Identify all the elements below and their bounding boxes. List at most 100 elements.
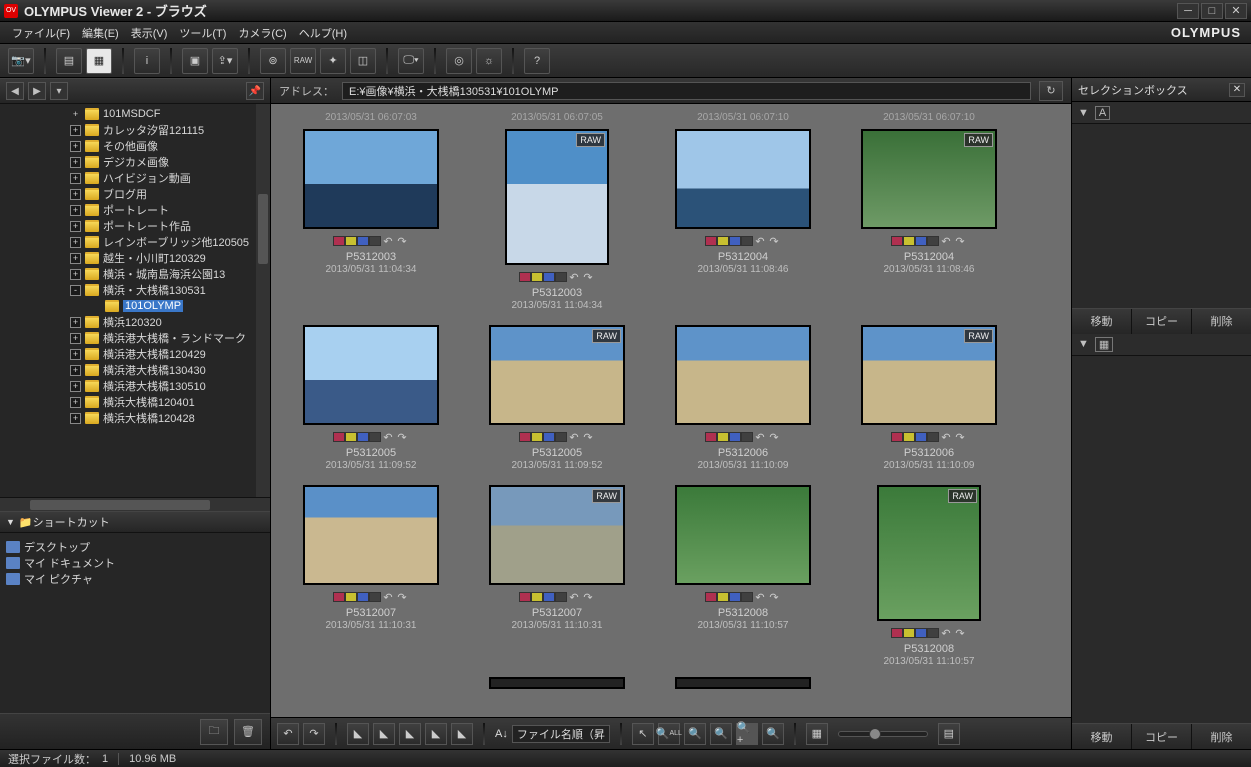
rotate-ccw-icon[interactable]: ↶ xyxy=(939,627,953,639)
color-swatch[interactable] xyxy=(915,432,927,442)
rotate-ccw-icon[interactable]: ↶ xyxy=(567,431,581,443)
thumbnail-partial[interactable] xyxy=(657,677,829,689)
color-swatch[interactable] xyxy=(345,236,357,246)
expand-icon[interactable]: + xyxy=(70,349,81,360)
thumbnail[interactable]: ↶↷P53120032013/05/31 11:04:34 xyxy=(285,129,457,311)
thumbnail[interactable]: ↶↷P53120072013/05/31 11:10:31 xyxy=(285,485,457,667)
thumb-frame[interactable] xyxy=(675,485,811,585)
rotate-ccw-icon[interactable]: ↶ xyxy=(381,431,395,443)
thumb-frame[interactable]: RAW xyxy=(861,325,997,425)
color-swatch[interactable] xyxy=(555,432,567,442)
raw-button[interactable]: RAW xyxy=(290,48,316,74)
collapse-icon[interactable]: - xyxy=(70,285,81,296)
rotate-cw-icon[interactable]: ↷ xyxy=(767,431,781,443)
expand-icon[interactable]: + xyxy=(70,253,81,264)
grid-large-button[interactable]: ▤ xyxy=(938,723,960,745)
menu-help[interactable]: ヘルプ(H) xyxy=(293,23,353,43)
thumbnail[interactable]: ↶↷P53120052013/05/31 11:09:52 xyxy=(285,325,457,471)
color-swatch[interactable] xyxy=(555,272,567,282)
close-button[interactable]: ✕ xyxy=(1225,3,1247,19)
thumbnail[interactable]: ↶↷P53120042013/05/31 11:08:46 xyxy=(657,129,829,311)
nav-history-button[interactable]: ▾ xyxy=(50,82,68,100)
color-swatch[interactable] xyxy=(369,236,381,246)
thumbnail-partial[interactable] xyxy=(471,677,643,689)
expand-icon[interactable]: + xyxy=(70,237,81,248)
menu-camera[interactable]: カメラ(C) xyxy=(232,23,292,43)
tree-item[interactable]: +横浜港大桟橋130510 xyxy=(0,378,270,394)
color-swatch[interactable] xyxy=(519,432,531,442)
color-filter-button[interactable]: ⊚ xyxy=(260,48,286,74)
color-swatch[interactable] xyxy=(705,236,717,246)
color-swatch[interactable] xyxy=(531,592,543,602)
color-swatch[interactable] xyxy=(729,592,741,602)
color-swatch[interactable] xyxy=(543,432,555,442)
color-swatch[interactable] xyxy=(915,236,927,246)
tree-item[interactable]: +横浜・城南島海浜公園13 xyxy=(0,266,270,282)
color-swatch[interactable] xyxy=(333,592,345,602)
color-swatch[interactable] xyxy=(345,432,357,442)
color-swatch[interactable] xyxy=(369,592,381,602)
zoom-fit-button[interactable]: 🔍 xyxy=(762,723,784,745)
tree-vscrollbar[interactable] xyxy=(256,104,270,497)
color-swatch[interactable] xyxy=(729,432,741,442)
color-swatch[interactable] xyxy=(357,592,369,602)
filter-green-button[interactable]: ◣ xyxy=(399,723,421,745)
slideshow-button[interactable]: ▣ xyxy=(182,48,208,74)
pin-button[interactable]: 📌 xyxy=(246,82,264,100)
expand-icon[interactable]: + xyxy=(70,221,81,232)
color-swatch[interactable] xyxy=(741,236,753,246)
expand-icon[interactable]: + xyxy=(70,317,81,328)
copy-button[interactable]: コピー xyxy=(1132,309,1192,334)
zoom-in-button[interactable]: 🔍+ xyxy=(736,723,758,745)
maximize-button[interactable]: □ xyxy=(1201,3,1223,19)
shortcut-item[interactable]: マイ ピクチャ xyxy=(6,571,264,587)
minimize-button[interactable]: ─ xyxy=(1177,3,1199,19)
thumb-size-slider[interactable] xyxy=(838,731,928,737)
rotate-ccw-icon[interactable]: ↶ xyxy=(939,235,953,247)
collapse-icon[interactable]: ▼ xyxy=(1078,338,1089,350)
zoom-all-button[interactable]: 🔍ALL xyxy=(658,723,680,745)
move-button-2[interactable]: 移動 xyxy=(1072,724,1132,749)
tree-item[interactable]: -横浜・大桟橋130531 xyxy=(0,282,270,298)
thumb-frame[interactable] xyxy=(675,129,811,229)
color-swatch[interactable] xyxy=(915,628,927,638)
tree-item[interactable]: +ポートレート xyxy=(0,202,270,218)
color-swatch[interactable] xyxy=(357,432,369,442)
tree-item[interactable]: +カレッタ汐留121115 xyxy=(0,122,270,138)
rotate-cw-icon[interactable]: ↷ xyxy=(581,591,595,603)
rotate-cw-icon[interactable]: ↷ xyxy=(395,431,409,443)
thumb-frame[interactable]: RAW xyxy=(489,485,625,585)
color-swatch[interactable] xyxy=(903,432,915,442)
tree-item[interactable]: +横浜港大桟橋130430 xyxy=(0,362,270,378)
thumbnail-area[interactable]: 2013/05/31 06:07:032013/05/31 06:07:0520… xyxy=(271,104,1071,717)
rotate-ccw-icon[interactable]: ↶ xyxy=(381,235,395,247)
thumb-frame[interactable]: RAW xyxy=(489,325,625,425)
crop-button[interactable]: ◫ xyxy=(350,48,376,74)
expand-icon[interactable]: + xyxy=(70,333,81,344)
thumbnail[interactable]: ↶↷P53120082013/05/31 11:10:57 xyxy=(657,485,829,667)
color-swatch[interactable] xyxy=(903,628,915,638)
expand-icon[interactable]: + xyxy=(70,413,81,424)
monitor-button[interactable]: 🖵▾ xyxy=(398,48,424,74)
tree-item[interactable]: +越生・小川町120329 xyxy=(0,250,270,266)
thumb-frame[interactable]: RAW xyxy=(877,485,981,621)
refresh-button[interactable]: ↻ xyxy=(1039,81,1063,101)
color-swatch[interactable] xyxy=(531,272,543,282)
filter-blue-button[interactable]: ◣ xyxy=(425,723,447,745)
color-swatch[interactable] xyxy=(927,432,939,442)
rotate-ccw-icon[interactable]: ↶ xyxy=(753,235,767,247)
rotate-cw-icon[interactable]: ↷ xyxy=(395,591,409,603)
zoom-reset-button[interactable]: 🔍 xyxy=(710,723,732,745)
shortcut-item[interactable]: デスクトップ xyxy=(6,539,264,555)
tree-item[interactable]: +デジカメ画像 xyxy=(0,154,270,170)
expand-icon[interactable]: + xyxy=(70,141,81,152)
rotate-cw-icon[interactable]: ↷ xyxy=(953,627,967,639)
rotate-cw-icon[interactable]: ↷ xyxy=(953,235,967,247)
view-mode-2-active[interactable]: ▦ xyxy=(86,48,112,74)
color-swatch[interactable] xyxy=(891,236,903,246)
expand-icon[interactable]: + xyxy=(70,173,81,184)
grid-mode-icon[interactable]: ▦ xyxy=(1095,337,1113,352)
collapse-icon[interactable]: ▼ xyxy=(1078,107,1089,119)
color-swatch[interactable] xyxy=(519,272,531,282)
copy-button-2[interactable]: コピー xyxy=(1132,724,1192,749)
